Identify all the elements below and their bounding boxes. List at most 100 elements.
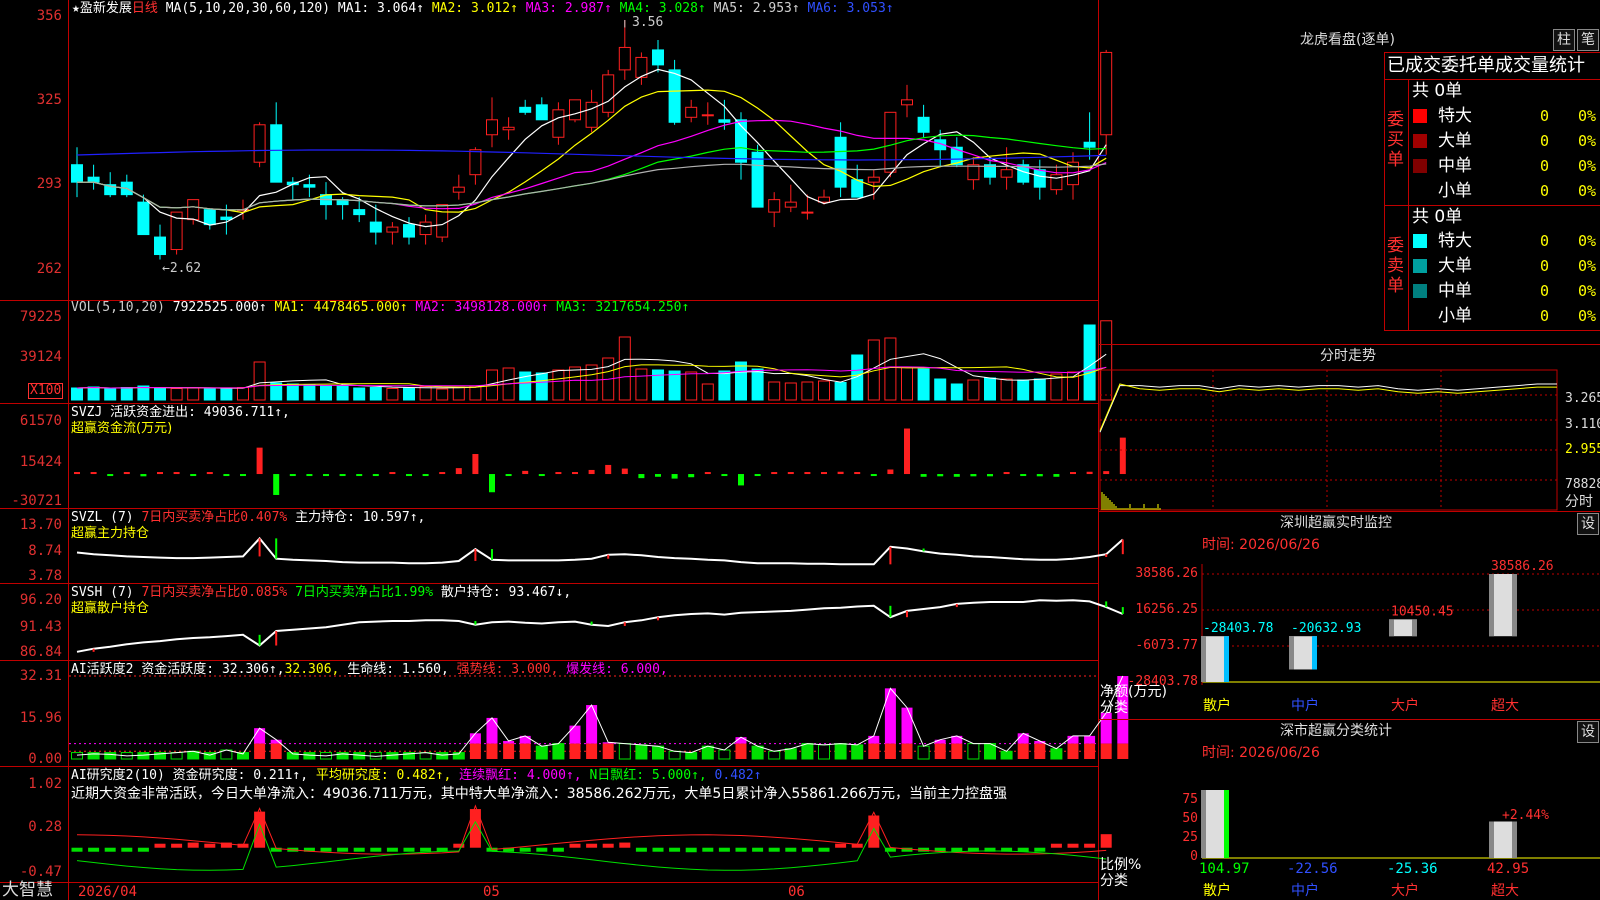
volume-bar	[203, 388, 216, 401]
research-bar	[121, 847, 133, 852]
ai2-bar	[71, 752, 83, 760]
svzj-bar	[90, 472, 97, 475]
svzj-y-tick: 15424	[19, 454, 62, 470]
research-header: AI研究度2(10) 资金研究度: 0.211↑, 平均研究度: 0.482↑,…	[71, 768, 762, 784]
main-y-tick: 356	[36, 8, 62, 24]
ai2-bar	[851, 744, 864, 760]
lhb-bottom	[1384, 330, 1600, 331]
svsh-ratio-b: 7日内买卖净占比1.99%	[287, 585, 434, 600]
main-y-tick: 325	[36, 92, 62, 108]
volume-bar	[320, 385, 332, 401]
ma2-value: MA2: 3.012↑	[431, 1, 518, 16]
szcls-time: 时间: 2026/06/26	[1202, 745, 1320, 761]
ai2-bar-base	[1117, 743, 1129, 759]
volume-bar	[618, 336, 631, 401]
intraday-y-label: 3.265	[1565, 391, 1600, 406]
svzj-bar	[588, 469, 595, 475]
ai2-bar-base	[486, 743, 498, 759]
volume-bar	[1100, 320, 1113, 401]
buy-row-count: 0	[1540, 157, 1550, 175]
ai2-bar-burst	[901, 707, 913, 744]
ai2-bar-base	[868, 743, 880, 759]
szcls-settings-button[interactable]: 设	[1577, 721, 1599, 743]
volume-bar	[1083, 324, 1096, 401]
svzj-bar	[970, 474, 977, 477]
szmon-bar-label: 38586.26	[1491, 559, 1554, 574]
candle-body	[602, 74, 615, 113]
volume-bar	[154, 387, 166, 401]
ai2-bar	[768, 750, 781, 760]
bar-mode-button[interactable]: 柱	[1553, 29, 1575, 51]
svzj-bar	[555, 472, 562, 475]
ai2-value: 32.306,	[284, 662, 340, 677]
candle-body	[768, 199, 781, 213]
candle-body	[751, 151, 764, 208]
research-bar	[1050, 843, 1062, 848]
candle-body	[884, 111, 897, 173]
lhb-header-bottom	[1384, 79, 1600, 80]
volume-bar	[469, 385, 482, 401]
research-bar	[586, 843, 598, 848]
volume-bar	[137, 385, 150, 401]
szmon-bar-shade	[1201, 636, 1206, 682]
lhb-header: 已成交委托单成交量统计	[1387, 55, 1585, 76]
svzj-bar	[987, 474, 993, 477]
szcls-bar-shade	[1201, 790, 1206, 858]
szcls-ylabel: 比例%	[1100, 857, 1142, 873]
candle-body	[203, 209, 216, 226]
volume-bar	[1033, 378, 1046, 401]
volume-bar	[718, 370, 731, 401]
volume-bar	[652, 369, 664, 401]
period-label[interactable]: 日线	[132, 1, 158, 16]
svzj-bar	[854, 472, 861, 475]
volume-bar	[220, 387, 233, 401]
svsh-holding: 散户持仓: 93.467↓,	[433, 585, 572, 600]
svzj-bar	[904, 428, 910, 475]
intraday-fen-label: 分时	[1565, 494, 1593, 510]
volume-bar	[170, 388, 183, 401]
research-bar	[785, 847, 797, 852]
volume-bar	[187, 387, 200, 401]
svzj-bar	[621, 468, 628, 475]
vol-unit-badge[interactable]: X100	[28, 383, 64, 399]
svzj-bar	[771, 472, 778, 475]
szcls-bar-shade	[1489, 821, 1494, 858]
date-label: 2026/04	[78, 884, 138, 900]
intraday-avg-line	[1099, 383, 1557, 431]
candle-body	[154, 236, 166, 256]
ai2-bar	[668, 750, 681, 760]
szmon-bar-edge	[1512, 574, 1517, 637]
tick-mode-button[interactable]: 笔	[1577, 29, 1599, 51]
volume-bar	[668, 370, 681, 401]
favorite-star-icon[interactable]: ★	[72, 1, 80, 16]
svsh-ratio-a: 7日内买卖净占比0.085%	[141, 585, 288, 600]
volume-bar	[303, 384, 316, 401]
volume-bar	[535, 372, 548, 401]
research-bar	[1084, 843, 1096, 848]
candle-body	[369, 221, 382, 233]
research-bar	[353, 847, 365, 852]
svzj-bar	[821, 472, 827, 475]
stock-chart-canvas[interactable]: -28403.78 散户 -20632.93 中户 10450.45 大户 38586.26…	[0, 0, 1600, 900]
svzj-bar	[920, 474, 927, 477]
ai2-strong-line: 强势线: 3.000,	[448, 662, 559, 677]
research-bar	[735, 847, 747, 852]
volume-bar	[386, 388, 399, 401]
szmon-settings-button[interactable]: 设	[1577, 513, 1599, 535]
research-bar	[569, 843, 581, 848]
svzj-bar	[538, 474, 545, 477]
research-bar	[619, 842, 631, 848]
svzj-bar	[455, 468, 462, 475]
svsh-subtitle: 超赢散户持仓	[71, 601, 150, 616]
svzj-bar	[572, 472, 578, 475]
svzj-bar	[522, 470, 529, 475]
szcls-value-label: 104.97	[1199, 861, 1250, 877]
svzj-bar	[1119, 437, 1126, 475]
ai2-bar-base	[951, 743, 963, 759]
intraday-y-label: 3.110	[1565, 417, 1600, 432]
szcls-bar-edge	[1224, 790, 1229, 858]
buy-row-swatch	[1413, 134, 1427, 148]
buy-row-swatch	[1413, 109, 1427, 123]
vol-ma1: MA1: 4478465.000↑	[274, 300, 408, 315]
szmon-bar-shade	[1489, 574, 1494, 637]
